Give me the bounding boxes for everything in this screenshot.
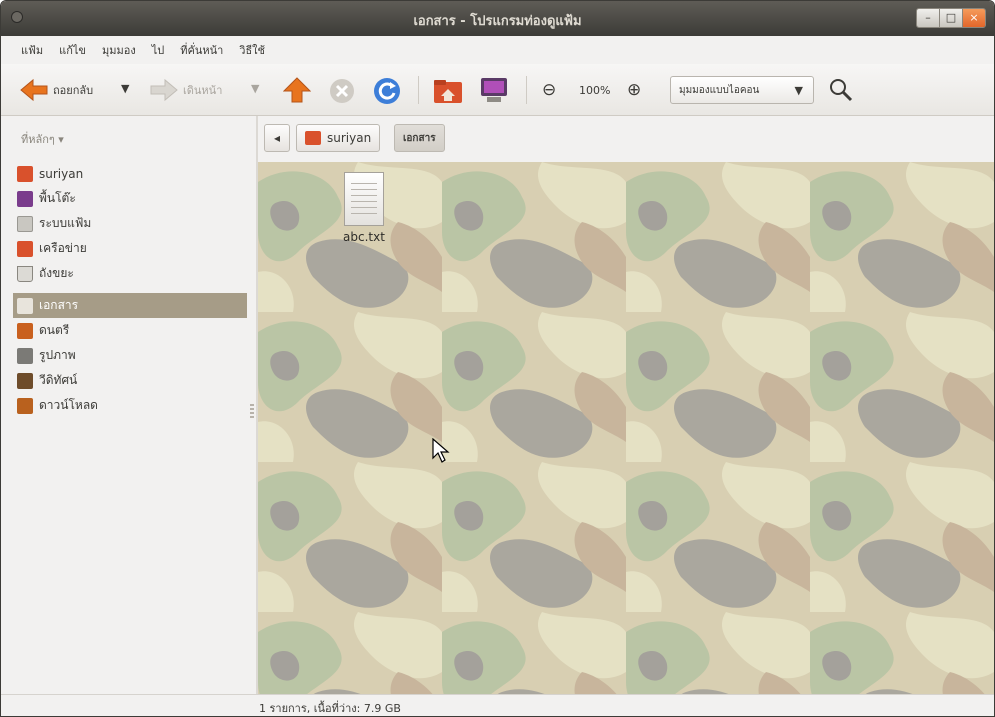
- home-button[interactable]: [433, 78, 463, 104]
- home-folder-icon: [434, 80, 462, 103]
- computer-button[interactable]: [479, 76, 509, 104]
- home-folder-icon: [17, 165, 33, 182]
- sidebar-item-home[interactable]: suriyan: [13, 161, 247, 186]
- menu-file[interactable]: แฟ้ม: [21, 41, 43, 59]
- sidebar-item-label: ระบบแฟ้ม: [39, 216, 92, 230]
- home-folder-icon: [305, 131, 321, 145]
- maximize-button[interactable]: □: [940, 9, 963, 27]
- reload-button[interactable]: [373, 77, 401, 105]
- search-icon: [830, 79, 853, 102]
- sidebar-item-music[interactable]: ดนตรี: [13, 318, 247, 343]
- zoom-level[interactable]: 100%: [579, 84, 610, 97]
- menu-go[interactable]: ไป: [152, 41, 165, 59]
- up-arrow-icon: [283, 77, 311, 103]
- places-list: suriyan พื้นโต๊ะ ระบบแฟ้ม เครือข่าย ถังข…: [13, 161, 247, 418]
- resize-handle-icon[interactable]: [250, 404, 254, 420]
- breadcrumb-label: เอกสาร: [403, 132, 436, 144]
- sidebar-item-network[interactable]: เครือข่าย: [13, 236, 247, 261]
- title-bar[interactable]: เอกสาร - โปรแกรมท่องดูแฟ้ม – □ ×: [1, 1, 994, 36]
- sidebar-item-label: วีดิทัศน์: [39, 373, 78, 387]
- stop-icon: [330, 79, 354, 103]
- stop-button[interactable]: [329, 78, 355, 104]
- sidebar-item-desktop[interactable]: พื้นโต๊ะ: [13, 186, 247, 211]
- sidebar-item-label: suriyan: [39, 166, 84, 181]
- sidebar-item-pictures[interactable]: รูปภาพ: [13, 343, 247, 368]
- menu-bar: แฟ้ม แก้ไข มุมมอง ไป ที่คั่นหน้า วิธีใช้: [1, 36, 994, 64]
- pictures-folder-icon: [17, 347, 33, 364]
- minimize-button[interactable]: –: [917, 9, 940, 27]
- path-bar: ◂ suriyan เอกสาร: [258, 116, 994, 162]
- back-arrow-icon: [20, 78, 48, 102]
- window-controls: – □ ×: [916, 8, 986, 28]
- mouse-pointer-icon: [432, 438, 450, 463]
- breadcrumb-label: suriyan: [327, 131, 372, 145]
- view-mode-select[interactable]: มุมมองแบบไอคอน ▼: [670, 76, 814, 104]
- close-button[interactable]: ×: [963, 9, 985, 27]
- computer-icon: [481, 78, 507, 102]
- videos-folder-icon: [17, 372, 33, 389]
- sidebar-item-downloads[interactable]: ดาวน์โหลด: [13, 393, 247, 418]
- path-scroll-left-button[interactable]: ◂: [264, 124, 290, 152]
- filesystem-icon: [17, 215, 33, 232]
- forward-history-dropdown[interactable]: ▼: [251, 82, 259, 95]
- sidebar-item-label: เครือข่าย: [39, 241, 87, 255]
- forward-arrow-icon: [150, 78, 178, 102]
- sidebar-item-label: รูปภาพ: [39, 348, 76, 362]
- trash-icon: [17, 265, 33, 282]
- up-button[interactable]: [283, 77, 311, 103]
- menu-edit[interactable]: แก้ไข: [59, 41, 86, 59]
- menu-bookmarks[interactable]: ที่คั่นหน้า: [180, 41, 223, 59]
- sidebar-item-videos[interactable]: วีดิทัศน์: [13, 368, 247, 393]
- forward-label: เดินหน้า: [183, 84, 223, 97]
- breadcrumb-home[interactable]: suriyan: [296, 124, 381, 152]
- network-icon: [17, 240, 33, 257]
- zoom-in-button[interactable]: ⊕: [627, 80, 641, 100]
- file-item[interactable]: abc.txt: [333, 172, 395, 244]
- status-bar: 1 รายการ, เนื้อที่ว่าง: 7.9 GB: [1, 694, 994, 716]
- toolbar-separator: [526, 76, 527, 104]
- sidebar-item-trash[interactable]: ถังขยะ: [13, 261, 247, 286]
- sidebar-item-label: พื้นโต๊ะ: [39, 191, 76, 205]
- music-folder-icon: [17, 322, 33, 339]
- view-mode-value: มุมมองแบบไอคอน: [679, 84, 760, 96]
- sidebar-item-label: เอกสาร: [39, 298, 79, 312]
- sidebar-item-documents[interactable]: เอกสาร: [13, 293, 247, 318]
- reload-icon: [374, 78, 400, 104]
- breadcrumb-documents[interactable]: เอกสาร: [394, 124, 445, 152]
- desktop-icon: [17, 190, 33, 207]
- file-name: abc.txt: [343, 230, 385, 244]
- menu-view[interactable]: มุมมอง: [102, 41, 136, 59]
- back-button[interactable]: ถอยกลับ: [19, 78, 93, 102]
- zoom-out-button[interactable]: ⊖: [542, 80, 556, 100]
- sidebar-item-label: ถังขยะ: [39, 266, 74, 280]
- toolbar-separator: [418, 76, 419, 104]
- downloads-folder-icon: [17, 397, 33, 414]
- documents-folder-icon: [17, 297, 33, 314]
- forward-button[interactable]: เดินหน้า: [149, 78, 222, 102]
- chevron-down-icon: ▼: [794, 84, 803, 97]
- sidebar-item-filesystem[interactable]: ระบบแฟ้ม: [13, 211, 247, 236]
- places-header[interactable]: ที่หลักๆ ▾: [21, 130, 64, 148]
- back-history-dropdown[interactable]: ▼: [121, 82, 129, 95]
- places-sidebar: ที่หลักๆ ▾ suriyan พื้นโต๊ะ ระบบแฟ้ม เคร…: [1, 116, 256, 694]
- status-text: 1 รายการ, เนื้อที่ว่าง: 7.9 GB: [259, 702, 401, 715]
- menu-help[interactable]: วิธีใช้: [239, 41, 265, 59]
- file-view[interactable]: abc.txt: [258, 162, 994, 694]
- search-button[interactable]: [829, 78, 853, 102]
- sidebar-item-label: ดนตรี: [39, 323, 70, 337]
- sidebar-item-label: ดาวน์โหลด: [39, 398, 98, 412]
- main-toolbar: ถอยกลับ ▼ เดินหน้า ▼ ⊖ 100% ⊕ มุมมองแบบไ…: [1, 64, 994, 116]
- back-label: ถอยกลับ: [53, 84, 94, 97]
- file-manager-window: เอกสาร - โปรแกรมท่องดูแฟ้ม – □ × แฟ้ม แก…: [0, 0, 995, 717]
- text-file-icon: [344, 172, 384, 226]
- window-title: เอกสาร - โปรแกรมท่องดูแฟ้ม: [413, 14, 582, 29]
